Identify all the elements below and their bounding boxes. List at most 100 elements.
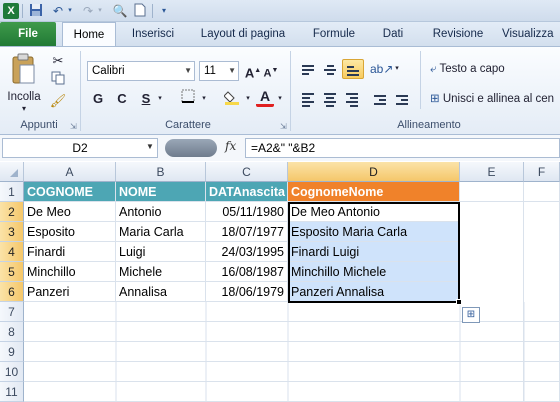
cell-nome[interactable]: Antonio: [116, 202, 206, 222]
column-header-b[interactable]: B: [116, 162, 206, 182]
borders-dropdown-icon[interactable]: ▾: [199, 89, 209, 109]
tab-insert[interactable]: Inserisci: [128, 22, 178, 46]
tab-view[interactable]: Visualizza: [502, 22, 560, 46]
row-header-1[interactable]: 1: [0, 182, 24, 202]
cell-cognomenome[interactable]: Minchillo Michele: [288, 262, 460, 282]
row-header-2[interactable]: 2: [0, 202, 24, 222]
fill-handle[interactable]: [456, 299, 462, 305]
bold-button[interactable]: G: [89, 89, 107, 109]
cell-cognomenome[interactable]: Esposito Maria Carla: [288, 222, 460, 242]
separator: [290, 51, 291, 131]
merge-center-button[interactable]: ⊞ Unisci e allinea al cen: [430, 89, 560, 109]
align-middle-icon[interactable]: [320, 59, 340, 79]
align-center-icon[interactable]: [320, 89, 340, 109]
row-header-4[interactable]: 4: [0, 242, 24, 262]
group-label-alignment: Allineamento: [397, 119, 461, 131]
cell-nome[interactable]: Maria Carla: [116, 222, 206, 242]
header-cell-datanascita[interactable]: DATAnascita: [206, 182, 288, 202]
cell-nome[interactable]: Luigi: [116, 242, 206, 262]
cell-nome[interactable]: Michele: [116, 262, 206, 282]
fill-color-icon[interactable]: [221, 89, 243, 109]
header-cell-nome[interactable]: NOME: [116, 182, 206, 202]
cut-icon[interactable]: ✂: [48, 51, 68, 69]
customize-icon[interactable]: ▾: [156, 3, 172, 19]
italic-button[interactable]: C: [113, 89, 131, 109]
shrink-font-button[interactable]: A▼: [262, 61, 280, 81]
formula-bar-resizer[interactable]: [165, 139, 217, 157]
cell-cognome[interactable]: Minchillo: [24, 262, 116, 282]
cell[interactable]: [460, 182, 524, 202]
row-header-6[interactable]: 6: [0, 282, 24, 302]
font-name-dropdown[interactable]: Calibri ▼: [87, 61, 195, 81]
tab-home[interactable]: Home: [62, 22, 116, 47]
group-label-font: Carattere: [165, 119, 211, 131]
orientation-icon[interactable]: ab↗: [370, 59, 393, 79]
cell-datanascita[interactable]: 18/06/1979: [206, 282, 288, 302]
separator: [80, 51, 81, 131]
clipboard-launcher-icon[interactable]: ⇲: [70, 122, 77, 131]
column-header-c[interactable]: C: [206, 162, 288, 182]
undo-dropdown-icon[interactable]: ▾: [62, 3, 78, 19]
cell-nome[interactable]: Annalisa: [116, 282, 206, 302]
cell-cognome[interactable]: Finardi: [24, 242, 116, 262]
decrease-indent-icon[interactable]: [370, 89, 390, 109]
cell-cognomenome-active[interactable]: De Meo Antonio: [288, 202, 460, 222]
increase-indent-icon[interactable]: [392, 89, 412, 109]
column-header-d[interactable]: D: [288, 162, 460, 182]
cell-datanascita[interactable]: 18/07/1977: [206, 222, 288, 242]
chevron-down-icon: ▼: [184, 66, 192, 75]
grow-font-button[interactable]: A▲: [244, 61, 262, 81]
font-launcher-icon[interactable]: ⇲: [280, 122, 287, 131]
column-header-a[interactable]: A: [24, 162, 116, 182]
row-header-3[interactable]: 3: [0, 222, 24, 242]
tab-formulas[interactable]: Formule: [306, 22, 362, 46]
excel-icon[interactable]: X: [3, 3, 19, 19]
font-name-value: Calibri: [92, 65, 125, 77]
chevron-down-icon[interactable]: ▼: [146, 142, 154, 151]
cell-cognome[interactable]: Esposito: [24, 222, 116, 242]
tab-review[interactable]: Revisione: [426, 22, 490, 46]
font-size-dropdown[interactable]: 11 ▼: [199, 61, 239, 81]
fill-color-dropdown-icon[interactable]: ▾: [243, 89, 253, 109]
cell-datanascita[interactable]: 16/08/1987: [206, 262, 288, 282]
tab-page-layout[interactable]: Layout di pagina: [193, 22, 293, 46]
cell-cognomenome[interactable]: Panzeri Annalisa: [288, 282, 460, 302]
format-painter-icon[interactable]: 🖌: [48, 91, 68, 109]
align-top-icon[interactable]: [298, 59, 318, 79]
align-right-icon[interactable]: [342, 89, 362, 109]
cell-datanascita[interactable]: 24/03/1995: [206, 242, 288, 262]
copy-icon[interactable]: [48, 71, 68, 89]
cell-cognome[interactable]: Panzeri: [24, 282, 116, 302]
insert-function-icon[interactable]: fx: [225, 139, 236, 153]
orientation-dropdown-icon[interactable]: ▾: [392, 59, 402, 79]
cell-cognome[interactable]: De Meo: [24, 202, 116, 222]
underline-dropdown-icon[interactable]: ▾: [155, 89, 165, 109]
paste-options-icon[interactable]: ⊞: [462, 307, 480, 323]
column-header-f[interactable]: F: [524, 162, 560, 182]
cell-datanascita[interactable]: 05/11/1980: [206, 202, 288, 222]
tab-data[interactable]: Dati: [375, 22, 411, 46]
align-bottom-icon[interactable]: [342, 59, 364, 79]
row-header-5[interactable]: 5: [0, 262, 24, 282]
paste-dropdown-icon[interactable]: ▾: [17, 103, 31, 115]
formula-input[interactable]: =A2&" "&B2: [245, 138, 560, 158]
select-all-button[interactable]: [0, 162, 24, 182]
font-color-button[interactable]: A: [256, 87, 274, 107]
redo-dropdown-icon[interactable]: ▾: [92, 3, 108, 19]
align-left-icon[interactable]: [298, 89, 318, 109]
cell[interactable]: [524, 182, 560, 202]
underline-button[interactable]: S: [137, 89, 155, 109]
name-box[interactable]: D2: [2, 138, 158, 158]
paste-button[interactable]: [8, 53, 38, 89]
save-icon[interactable]: [28, 3, 44, 19]
tab-file[interactable]: File: [0, 22, 56, 46]
borders-icon[interactable]: [177, 89, 199, 109]
font-color-dropdown-icon[interactable]: ▾: [275, 89, 285, 109]
new-document-icon[interactable]: [132, 3, 148, 19]
print-preview-icon[interactable]: 🔍: [112, 3, 128, 19]
header-cell-cognome[interactable]: COGNOME: [24, 182, 116, 202]
cell-cognomenome[interactable]: Finardi Luigi: [288, 242, 460, 262]
wrap-text-button[interactable]: ⤶ Testo a capo: [430, 59, 560, 79]
header-cell-cognomenome[interactable]: CognomeNome: [288, 182, 460, 202]
column-header-e[interactable]: E: [460, 162, 524, 182]
